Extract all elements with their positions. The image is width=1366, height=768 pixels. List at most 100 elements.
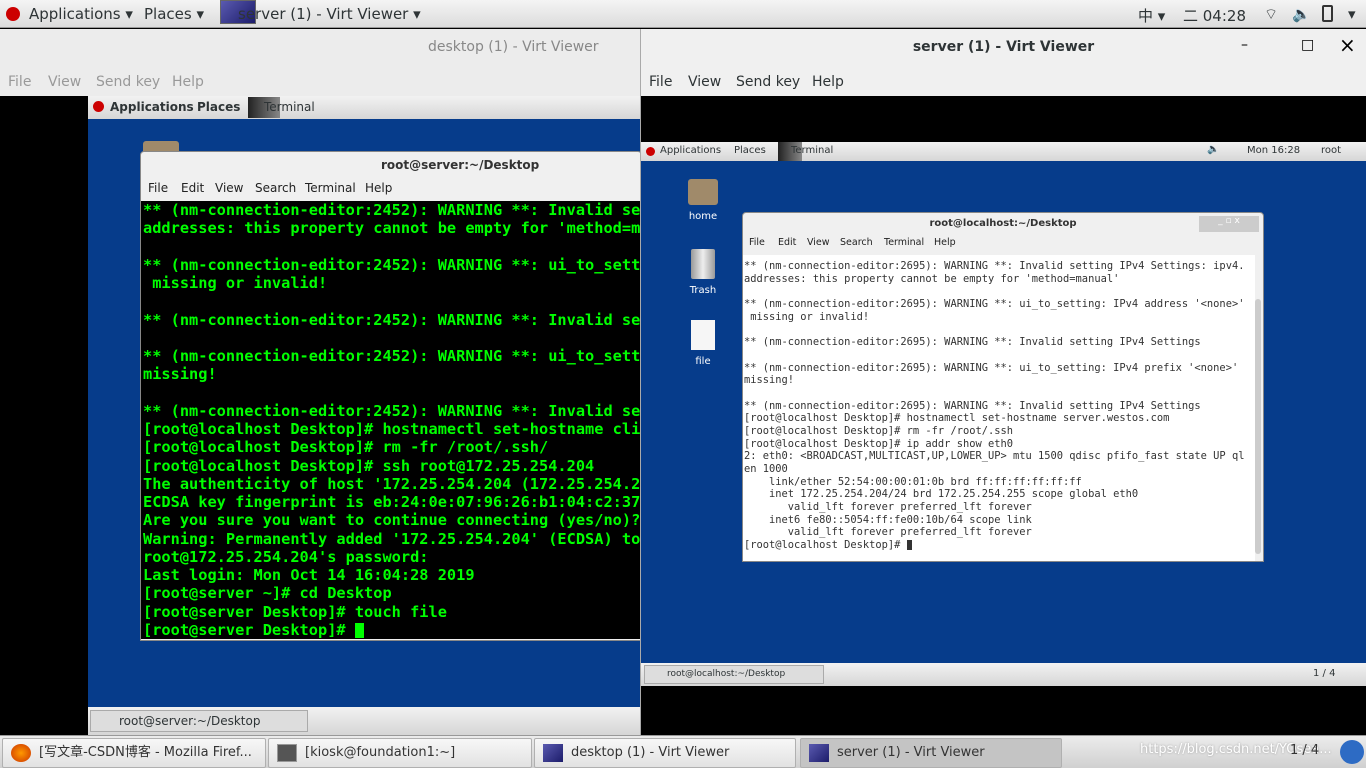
line-text: Last login: Mon Oct 14 16:04:28 2019 [143, 566, 475, 584]
task-desktop-virt-viewer[interactable]: desktop (1) - Virt Viewer [534, 738, 796, 768]
guest-top-panel: Applications Places Terminal 🔈 Mon 16:28… [641, 142, 1366, 161]
menu-help[interactable]: Help [934, 237, 956, 248]
volume-icon[interactable]: 🔈 [1292, 5, 1311, 23]
close-button[interactable]: × [1339, 33, 1356, 57]
terminal-line: en 1000 [744, 463, 1255, 476]
window-title: desktop (1) - Virt Viewer [428, 39, 599, 55]
trash-icon [691, 249, 715, 279]
task-label: desktop (1) - Virt Viewer [571, 745, 730, 760]
task-terminal[interactable]: [kiosk@foundation1:~] [268, 738, 532, 768]
icon-label: file [695, 356, 711, 367]
line-text: [root@localhost Desktop]# hostnamectl se… [744, 412, 1170, 425]
terminal-output[interactable]: ** (nm-connection-editor:2695): WARNING … [743, 255, 1255, 561]
task-firefox[interactable]: [写文章-CSDN博客 - Mozilla Firef... [2, 738, 266, 768]
guest-terminal-app[interactable]: Terminal [264, 100, 315, 114]
line-text: ** (nm-connection-editor:2452): WARNING … [143, 201, 642, 219]
terminal-line: ** (nm-connection-editor:2695): WARNING … [744, 260, 1255, 273]
terminal-line: The authenticity of host '172.25.254.204… [143, 475, 641, 493]
line-text: ** (nm-connection-editor:2695): WARNING … [744, 298, 1245, 311]
terminal-line: ** (nm-connection-editor:2452): WARNING … [143, 347, 642, 365]
menu-view[interactable]: View [688, 74, 721, 90]
server-virt-viewer-window: server (1) - Virt Viewer – □ × File View… [640, 29, 1366, 735]
line-text: ** (nm-connection-editor:2452): WARNING … [143, 347, 642, 365]
menu-help[interactable]: Help [812, 74, 844, 90]
battery-icon[interactable] [1322, 5, 1333, 22]
menu-search[interactable]: Search [255, 181, 296, 195]
minimize-button[interactable]: – [1241, 37, 1248, 53]
workspace-indicator[interactable]: 1 / 4 [1313, 668, 1335, 679]
line-text: [root@server Desktop]# touch file [143, 602, 447, 621]
places-menu[interactable]: Places ▾ [144, 5, 204, 23]
menu-view[interactable]: View [215, 181, 243, 195]
scrollbar[interactable] [1255, 299, 1261, 554]
volume-icon[interactable]: 🔈 [1207, 144, 1219, 155]
line-text: [root@localhost Desktop]# ssh root@172.2… [143, 456, 595, 475]
line-text: ** (nm-connection-editor:2452): WARNING … [143, 255, 642, 274]
guest-task-terminal[interactable]: root@localhost:~/Desktop [644, 665, 824, 684]
menu-edit[interactable]: Edit [778, 237, 796, 248]
redhat-logo-icon [6, 7, 20, 21]
terminal-line: addresses: this property cannot be empty… [143, 219, 641, 237]
file-icon [691, 320, 715, 350]
wifi-icon[interactable]: ⌔ [1264, 5, 1278, 24]
terminal-line: Warning: Permanently added '172.25.254.2… [143, 530, 641, 548]
guest-places-menu[interactable]: Places [197, 100, 240, 114]
bottom-taskbar: [写文章-CSDN博客 - Mozilla Firef... [kiosk@fo… [0, 735, 1366, 768]
applications-menu[interactable]: Applications ▾ [29, 5, 133, 23]
menu-file[interactable]: File [148, 181, 168, 195]
menu-file[interactable]: File [649, 74, 672, 90]
workspace-switcher[interactable]: 1 / 4 [1290, 743, 1319, 758]
menu-send-key[interactable]: Send key [96, 74, 160, 90]
virt-viewer-icon [543, 744, 563, 762]
desktop-icon-home[interactable]: home [673, 179, 733, 222]
maximize-button[interactable]: □ [1301, 37, 1314, 53]
menu-view[interactable]: View [48, 74, 81, 90]
notification-icon[interactable] [1340, 740, 1364, 764]
guest-terminal-app[interactable]: Terminal [791, 145, 833, 156]
menu-search[interactable]: Search [840, 237, 873, 248]
system-menu-arrow-icon[interactable]: ▾ [1348, 5, 1356, 23]
line-text: [root@server Desktop]# [143, 620, 355, 639]
guest-user-menu[interactable]: root [1321, 145, 1341, 156]
line-text: missing or invalid! [143, 274, 328, 292]
guest-applications-menu[interactable]: Applications [110, 100, 194, 114]
terminal-line: ** (nm-connection-editor:2452): WARNING … [143, 255, 642, 274]
menu-send-key[interactable]: Send key [736, 74, 800, 90]
terminal-line: ** (nm-connection-editor:2695): WARNING … [744, 400, 1255, 413]
terminal-line: 2: eth0: <BROADCAST,MULTICAST,UP,LOWER_U… [744, 450, 1255, 463]
menu-file[interactable]: File [8, 74, 31, 90]
line-text: ** (nm-connection-editor:2695): WARNING … [744, 260, 1245, 272]
terminal-title: root@server:~/Desktop [381, 158, 540, 172]
menu-terminal[interactable]: Terminal [305, 181, 356, 195]
terminal-window-server: root@server:~/Desktop File Edit View Search… [140, 151, 642, 641]
menu-edit[interactable]: Edit [181, 181, 204, 195]
guest-places-menu[interactable]: Places [734, 145, 766, 156]
desktop-icon-file[interactable]: file [673, 320, 733, 367]
line-text: 2: eth0: <BROADCAST,MULTICAST,UP,LOWER_U… [744, 450, 1245, 463]
guest-bottom-panel: root@server:~/Desktop [88, 707, 640, 735]
guest-clock[interactable]: Mon 16:28 [1247, 145, 1300, 156]
menu-file[interactable]: File [749, 237, 765, 248]
clock[interactable]: 二 04:28 [1183, 5, 1246, 26]
guest-top-panel: Applications Places Terminal [88, 96, 640, 119]
input-method-menu[interactable]: 中 ▾ [1138, 5, 1165, 26]
terminal-line: inet6 fe80::5054:ff:fe00:10b/64 scope li… [744, 514, 1255, 527]
task-server-virt-viewer[interactable]: server (1) - Virt Viewer [800, 738, 1062, 768]
menu-view[interactable]: View [807, 237, 830, 248]
menu-help[interactable]: Help [172, 74, 204, 90]
line-text: inet6 fe80::5054:ff:fe00:10b/64 scope li… [744, 513, 1032, 526]
terminal-output[interactable]: ** (nm-connection-editor:2452): WARNING … [141, 201, 642, 639]
guest-applications-menu[interactable]: Applications [660, 145, 721, 156]
line-text: inet 172.25.254.204/24 brd 172.25.254.25… [744, 488, 1139, 501]
terminal-line: [root@server ~]# cd Desktop [143, 584, 641, 602]
desktop-icon-trash[interactable]: Trash [673, 249, 733, 296]
guest-task-terminal[interactable]: root@server:~/Desktop [90, 710, 308, 732]
window-controls[interactable]: _ ▫ x [1199, 216, 1259, 232]
menu-terminal[interactable]: Terminal [884, 237, 924, 248]
guest-bottom-panel: root@localhost:~/Desktop 1 / 4 [641, 663, 1366, 686]
menu-help[interactable]: Help [365, 181, 392, 195]
window-menu[interactable]: server (1) - Virt Viewer ▾ [238, 5, 421, 23]
